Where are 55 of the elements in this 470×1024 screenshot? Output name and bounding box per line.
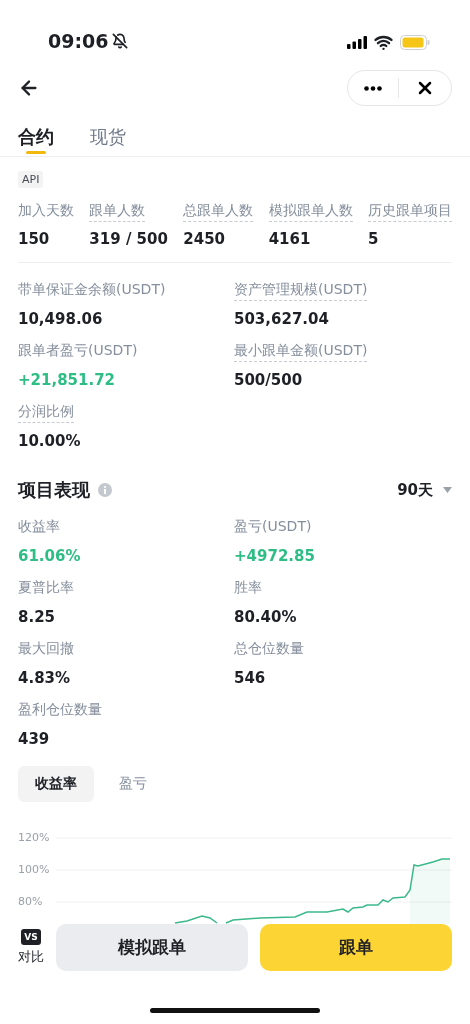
tab[interactable]: 现货 bbox=[90, 118, 126, 156]
info-label: 跟单者盈亏(USDT) bbox=[18, 342, 138, 360]
info-value: 503,627.04 bbox=[234, 310, 329, 328]
metric-value: 80.40% bbox=[234, 608, 297, 626]
signal-icon bbox=[347, 36, 367, 49]
axis-label: 100% bbox=[18, 864, 50, 876]
info-value: 500/500 bbox=[234, 371, 303, 389]
info-value: 10.00% bbox=[18, 432, 81, 450]
info-icon bbox=[98, 483, 112, 497]
axis-label: 120% bbox=[18, 832, 50, 844]
caret-icon bbox=[443, 487, 452, 493]
info-value: 10,498.06 bbox=[18, 310, 103, 328]
stat-label: 跟单人数 bbox=[89, 202, 146, 222]
stat-value: 5 bbox=[368, 230, 379, 248]
section-title: 项目表现 bbox=[18, 478, 90, 502]
info-label: 带单保证金余额(USDT) bbox=[18, 281, 166, 299]
wifi-icon bbox=[374, 33, 393, 52]
axis-label: 80% bbox=[18, 896, 43, 908]
metric-value: +4972.85 bbox=[234, 547, 315, 565]
tab[interactable]: 合约 bbox=[18, 118, 54, 156]
compare-label[interactable]: 对比 bbox=[18, 948, 44, 966]
stat-value: 150 bbox=[18, 230, 50, 248]
chart-tab[interactable]: 收益率 bbox=[18, 766, 94, 802]
api-tag: API bbox=[18, 171, 44, 188]
status-time: 09:06 bbox=[48, 30, 109, 52]
stat-value: 2450 bbox=[183, 230, 225, 248]
stat-value: 319 / 500 bbox=[89, 230, 168, 248]
battery-icon bbox=[400, 35, 430, 50]
more-icon bbox=[364, 85, 382, 91]
metric-value: 4.83% bbox=[18, 669, 71, 687]
metric-label: 盈亏(USDT) bbox=[234, 518, 312, 536]
metric-value: 439 bbox=[18, 730, 50, 748]
copy-trade-button[interactable]: 跟单 bbox=[260, 924, 452, 971]
stat-label: 总跟单人数 bbox=[183, 202, 254, 222]
metric-label: 总仓位数量 bbox=[234, 640, 304, 658]
metric-label: 夏普比率 bbox=[18, 579, 74, 597]
chart-tab[interactable]: 盈亏 bbox=[102, 766, 164, 802]
info-label: 最小跟单金额(USDT) bbox=[234, 342, 368, 362]
metric-value: 8.25 bbox=[18, 608, 55, 626]
period-dropdown[interactable]: 90天 bbox=[397, 480, 433, 500]
info-label: 资产管理规模(USDT) bbox=[234, 281, 368, 301]
vs-badge[interactable]: VS bbox=[21, 929, 41, 945]
metric-label: 胜率 bbox=[234, 579, 262, 597]
stat-label: 历史跟单项目 bbox=[368, 202, 452, 222]
stat-label: 加入天数 bbox=[18, 202, 74, 220]
stat-value: 4161 bbox=[268, 230, 311, 248]
info-label: 分润比例 bbox=[18, 403, 74, 423]
mock-trade-button[interactable]: 模拟跟单 bbox=[56, 924, 248, 971]
info-value: +21,851.72 bbox=[18, 371, 116, 389]
metric-value: 61.06% bbox=[18, 547, 81, 565]
metric-label: 盈利仓位数量 bbox=[18, 701, 102, 719]
metric-value: 546 bbox=[234, 669, 266, 687]
metric-label: 收益率 bbox=[18, 518, 60, 536]
metric-label: 最大回撤 bbox=[18, 640, 74, 658]
stat-label: 模拟跟单人数 bbox=[268, 202, 353, 222]
